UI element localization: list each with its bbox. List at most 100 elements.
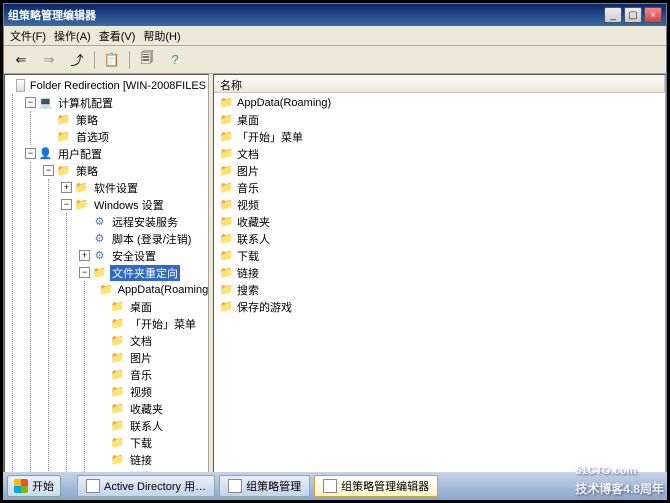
tree-label: 「开始」菜单 bbox=[128, 316, 198, 332]
minimize-button[interactable]: _ bbox=[604, 7, 622, 23]
folder-icon: 📁 bbox=[110, 402, 125, 416]
tree-item[interactable]: 📁文档 bbox=[97, 332, 208, 349]
list-item[interactable]: 📁音乐 bbox=[215, 179, 664, 196]
taskbar: 开始 Active Directory 用… 组策略管理组策略管理编辑器 bbox=[3, 472, 667, 500]
tree-item[interactable]: ⚙脚本 (登录/注销) bbox=[79, 230, 208, 247]
tree-item[interactable]: +📁软件设置 bbox=[61, 179, 208, 196]
column-name[interactable]: 名称 bbox=[214, 75, 665, 92]
item-label: AppData(Roaming) bbox=[237, 97, 331, 109]
tree-label: 远程安装服务 bbox=[110, 214, 180, 230]
tree-item[interactable]: −📁文件夹重定向 bbox=[79, 264, 208, 281]
tree-item[interactable]: 📁视频 bbox=[97, 383, 208, 400]
close-button[interactable]: × bbox=[644, 7, 662, 23]
task-label: Active Directory 用… bbox=[104, 478, 206, 494]
tree-node: +📁软件设置 bbox=[61, 179, 208, 196]
tree-item[interactable]: Folder Redirection [WIN-2008FILES bbox=[7, 77, 208, 94]
folder-icon: 📁 bbox=[92, 266, 107, 280]
list-body: 📁AppData(Roaming)📁桌面📁「开始」菜单📁文档📁图片📁音乐📁视频📁… bbox=[214, 93, 665, 494]
tree-item[interactable]: ⚙远程安装服务 bbox=[79, 213, 208, 230]
refresh-button[interactable]: 🗐 bbox=[136, 49, 158, 71]
settings-icon: ⚙ bbox=[92, 215, 107, 229]
app-window: 组策略管理编辑器 _ ▢ × 文件(F) 操作(A) 查看(V) 帮助(H) ⇐… bbox=[3, 3, 667, 500]
list-item[interactable]: 📁图片 bbox=[215, 162, 664, 179]
folder-icon: 📁 bbox=[110, 300, 125, 314]
expand-toggle[interactable]: + bbox=[61, 182, 72, 193]
list-pane[interactable]: 名称 📁AppData(Roaming)📁桌面📁「开始」菜单📁文档📁图片📁音乐📁… bbox=[213, 74, 666, 495]
list-item[interactable]: 📁AppData(Roaming) bbox=[215, 94, 664, 111]
tree-item[interactable]: 📁图片 bbox=[97, 349, 208, 366]
list-header[interactable]: 名称 bbox=[214, 75, 665, 93]
collapse-toggle[interactable]: − bbox=[25, 97, 36, 108]
collapse-toggle[interactable]: − bbox=[61, 199, 72, 210]
tree-label: 安全设置 bbox=[110, 248, 158, 264]
list-item[interactable]: 📁联系人 bbox=[215, 230, 664, 247]
folder-icon: 📁 bbox=[99, 283, 113, 297]
app-icon bbox=[323, 479, 337, 493]
tree-item[interactable]: 📁收藏夹 bbox=[97, 400, 208, 417]
menu-file[interactable]: 文件(F) bbox=[10, 28, 46, 44]
list-item[interactable]: 📁收藏夹 bbox=[215, 213, 664, 230]
tree-item[interactable]: 📁联系人 bbox=[97, 417, 208, 434]
tree-item[interactable]: 📁AppData(Roaming) bbox=[97, 281, 208, 298]
folder-icon: 📁 bbox=[56, 130, 71, 144]
list-item[interactable]: 📁保存的游戏 bbox=[215, 298, 664, 315]
help-button[interactable]: ? bbox=[164, 49, 186, 71]
taskbar-task[interactable]: 组策略管理 bbox=[219, 475, 310, 497]
tree-item[interactable]: 📁桌面 bbox=[97, 298, 208, 315]
list-item[interactable]: 📁下载 bbox=[215, 247, 664, 264]
expand-toggle[interactable]: + bbox=[79, 250, 90, 261]
tree-label: 收藏夹 bbox=[128, 401, 165, 417]
menu-view[interactable]: 查看(V) bbox=[99, 28, 136, 44]
app-icon bbox=[86, 479, 100, 493]
list-item[interactable]: 📁视频 bbox=[215, 196, 664, 213]
start-label: 开始 bbox=[32, 478, 54, 494]
tree-root-node: Folder Redirection [WIN-2008FILES−💻计算机配置… bbox=[7, 77, 208, 495]
tree-node: 📁视频 bbox=[97, 383, 208, 400]
tree-node: 📁文档 bbox=[97, 332, 208, 349]
menu-help[interactable]: 帮助(H) bbox=[143, 28, 180, 44]
item-label: 下载 bbox=[237, 248, 259, 264]
list-item[interactable]: 📁桌面 bbox=[215, 111, 664, 128]
tree-item[interactable]: 📁策略 bbox=[43, 111, 208, 128]
tree-item[interactable]: −👤用户配置 bbox=[25, 145, 208, 162]
list-item[interactable]: 📁「开始」菜单 bbox=[215, 128, 664, 145]
list-item[interactable]: 📁文档 bbox=[215, 145, 664, 162]
collapse-toggle[interactable]: − bbox=[25, 148, 36, 159]
list-item[interactable]: 📁搜索 bbox=[215, 281, 664, 298]
content-area: Folder Redirection [WIN-2008FILES−💻计算机配置… bbox=[4, 74, 666, 495]
tree-item[interactable]: 📁链接 bbox=[97, 451, 208, 468]
folder-icon: 📁 bbox=[110, 351, 125, 365]
tree-node: 📁链接 bbox=[97, 451, 208, 468]
folder-icon: 📁 bbox=[110, 368, 125, 382]
tree-node: 📁联系人 bbox=[97, 417, 208, 434]
taskbar-task[interactable]: Active Directory 用… bbox=[77, 475, 215, 497]
forward-button[interactable]: ⇒ bbox=[38, 49, 60, 71]
list-item[interactable]: 📁链接 bbox=[215, 264, 664, 281]
up-button[interactable]: ⤴ bbox=[66, 49, 88, 71]
properties-button[interactable]: 📋 bbox=[101, 49, 123, 71]
tree-item[interactable]: 📁音乐 bbox=[97, 366, 208, 383]
folder-icon: 📁 bbox=[110, 436, 125, 450]
folder-icon: 📁 bbox=[219, 300, 234, 314]
taskbar-task[interactable]: 组策略管理编辑器 bbox=[314, 475, 438, 497]
item-label: 图片 bbox=[237, 163, 259, 179]
menu-action[interactable]: 操作(A) bbox=[54, 28, 91, 44]
tree-item[interactable]: 📁「开始」菜单 bbox=[97, 315, 208, 332]
back-button[interactable]: ⇐ bbox=[10, 49, 32, 71]
collapse-toggle[interactable]: − bbox=[43, 165, 54, 176]
tree-item[interactable]: 📁首选项 bbox=[43, 128, 208, 145]
maximize-button[interactable]: ▢ bbox=[624, 7, 642, 23]
collapse-toggle[interactable]: − bbox=[79, 267, 90, 278]
tree-pane[interactable]: Folder Redirection [WIN-2008FILES−💻计算机配置… bbox=[4, 74, 209, 495]
titlebar[interactable]: 组策略管理编辑器 _ ▢ × bbox=[4, 4, 666, 26]
tree-label: 首选项 bbox=[74, 129, 111, 145]
tree-item[interactable]: −💻计算机配置 bbox=[25, 94, 208, 111]
folder-icon: 📁 bbox=[219, 232, 234, 246]
tree-item[interactable]: −📁策略 bbox=[43, 162, 208, 179]
tree-item[interactable]: −📁Windows 设置 bbox=[61, 196, 208, 213]
tree-item[interactable]: 📁下载 bbox=[97, 434, 208, 451]
tree-node: 📁音乐 bbox=[97, 366, 208, 383]
start-button[interactable]: 开始 bbox=[7, 475, 61, 497]
node-icon: 👤 bbox=[38, 147, 53, 161]
tree-item[interactable]: +⚙安全设置 bbox=[79, 247, 208, 264]
